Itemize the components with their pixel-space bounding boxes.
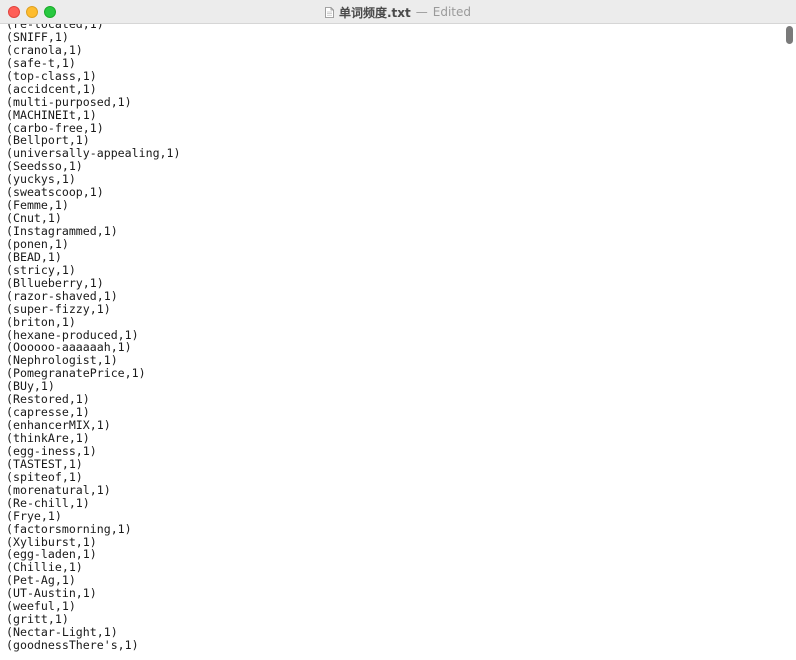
text-editor-window: 单词频度.txt — Edited (re-located,1) (SNIFF,1… [0, 0, 796, 660]
document-icon [325, 6, 334, 18]
window-title: 单词频度.txt — Edited [0, 0, 796, 24]
text-line: (MACHINEIt,1) [6, 107, 97, 122]
text-line: (top-class,1) [6, 68, 97, 83]
close-button-icon[interactable] [8, 6, 20, 18]
vertical-scrollbar[interactable] [782, 24, 796, 660]
text-line: (goodnessThere's,1) [6, 638, 139, 652]
text-line: (briton,1) [6, 314, 76, 329]
text-line: (accidcent,1) [6, 81, 97, 96]
text-line: (Frye,1) [6, 508, 62, 523]
window-filename: 单词频度.txt [338, 5, 411, 20]
text-line: (stricy,1) [6, 262, 76, 277]
text-line: (spiteof,1) [6, 469, 83, 484]
text-line: (multi-purposed,1) [6, 94, 132, 109]
maximize-button-icon[interactable] [44, 6, 56, 18]
text-line: (razor-shaved,1) [6, 288, 118, 303]
title-bar[interactable]: 单词频度.txt — Edited [0, 0, 796, 24]
text-line: (thinkAre,1) [6, 431, 90, 445]
minimize-button-icon[interactable] [26, 6, 38, 18]
text-line: (BEAD,1) [6, 249, 62, 264]
text-line: (factorsmorning,1) [6, 521, 132, 536]
text-line: (Re-chill,1) [6, 495, 90, 510]
text-line: (safe-t,1) [6, 55, 76, 70]
text-line: (SNIFF,1) [6, 29, 69, 44]
text-line: (Bllueberry,1) [6, 275, 104, 290]
text-line: (super-fizzy,1) [6, 301, 111, 316]
text-line: (egg-iness,1) [6, 443, 97, 458]
title-separator: — [415, 5, 428, 19]
text-lines: (re-located,1) (SNIFF,1) (cranola,1) (safe-… [6, 24, 181, 652]
edited-status: Edited [432, 5, 472, 19]
text-line: (Instagrammed,1) [6, 224, 118, 238]
text-line: (cranola,1) [6, 42, 83, 57]
text-editing-area[interactable]: (re-located,1) (SNIFF,1) (cranola,1) (safe-… [0, 24, 782, 660]
text-line: (TASTEST,1) [6, 456, 83, 471]
scrollbar-thumb[interactable] [786, 26, 793, 44]
text-line: (ponen,1) [6, 236, 69, 251]
text-line: (morenatural,1) [6, 482, 111, 497]
